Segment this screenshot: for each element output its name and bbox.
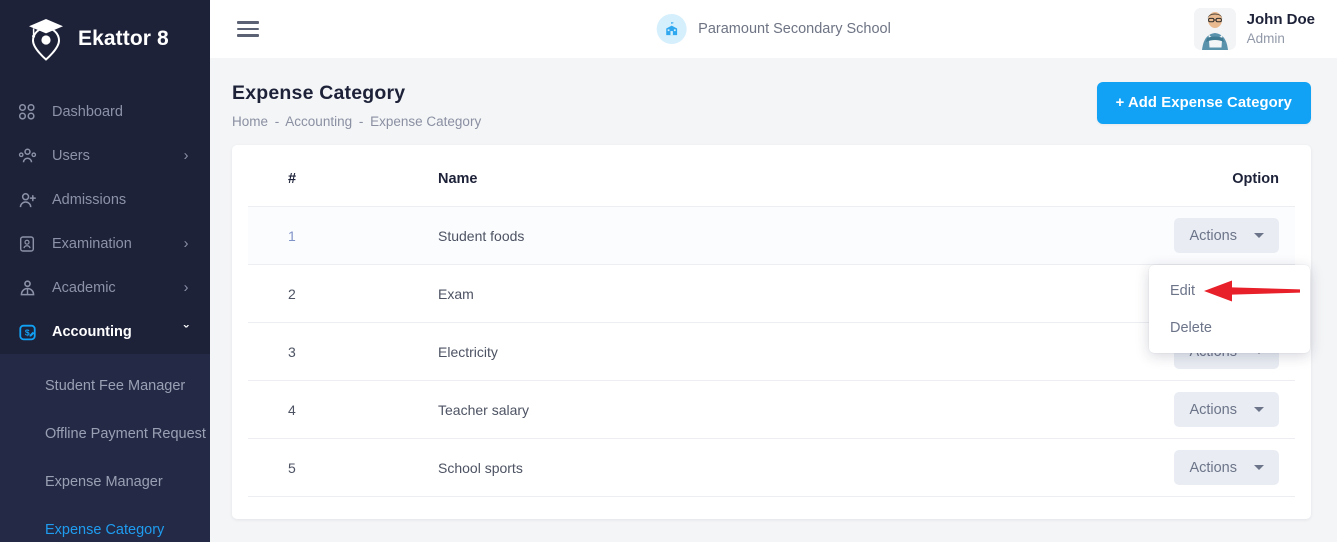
profile-name: John Doe [1247,10,1315,30]
table-head: # Name Option [248,145,1295,207]
chevron-down-icon [1254,465,1264,470]
chevron-down-icon [1254,407,1264,412]
profile-menu[interactable]: John Doe Admin [1194,8,1315,50]
cell-index: 2 [248,265,438,323]
hamburger-bar [237,28,259,31]
chevron-down-icon: ˇ [180,324,192,340]
hamburger-icon[interactable] [237,21,259,37]
sidebar-item-users[interactable]: Users › [0,134,210,178]
chevron-right-icon: › [180,236,192,252]
cell-name: Electricity [438,323,1035,381]
breadcrumb-separator: - [359,114,364,129]
breadcrumb-item-expense-category[interactable]: Expense Category [370,114,481,129]
sidebar-item-label: Dashboard [52,104,180,120]
breadcrumb-separator: - [275,114,280,129]
sidebar-item-label: Academic [52,280,180,296]
chevron-right-icon: › [180,280,192,296]
cell-index: 4 [248,381,438,439]
school-name: Paramount Secondary School [698,21,891,37]
hamburger-bar [237,34,259,37]
add-expense-category-button[interactable]: + Add Expense Category [1097,82,1311,124]
user-plus-icon [18,189,44,211]
sidebar-subitem-label: Student Fee Manager [45,378,185,394]
sidebar-subitem-expense-category[interactable]: Expense Category [0,506,210,542]
cell-index: 3 [248,323,438,381]
brand-name: Ekattor 8 [78,27,169,51]
sidebar-nav: Dashboard Users › [0,90,210,542]
actions-button[interactable]: Actions [1174,218,1279,253]
sidebar-subitem-offline-payment-request[interactable]: Offline Payment Request [0,410,210,458]
sidebar: Ekattor 8 Dashboard [0,0,210,542]
cell-name: Exam [438,265,1035,323]
graduation-pin-logo-icon [26,17,66,61]
sidebar-subitem-student-fee-manager[interactable]: Student Fee Manager [0,362,210,410]
svg-text:$: $ [25,327,30,337]
column-header-index: # [248,145,438,207]
sidebar-item-accounting[interactable]: $ Accounting ˇ [0,310,210,354]
cell-index: 5 [248,439,438,497]
actions-button[interactable]: Actions [1174,450,1279,485]
dropdown-item-delete[interactable]: Delete [1149,309,1310,346]
table-row[interactable]: 2 Exam Actions [248,265,1295,323]
cell-index: 1 [248,207,438,265]
actions-button[interactable]: Actions [1174,392,1279,427]
column-header-name: Name [438,145,1035,207]
topbar: Paramount Secondary School [210,0,1337,58]
table-header-row: # Name Option [248,145,1295,207]
sidebar-item-academic[interactable]: Academic › [0,266,210,310]
column-header-option: Option [1035,145,1295,207]
sidebar-item-admissions[interactable]: Admissions [0,178,210,222]
sidebar-item-label: Examination [52,236,180,252]
sidebar-submenu-accounting: Student Fee Manager Offline Payment Requ… [0,354,210,542]
grid-icon [18,101,44,123]
sidebar-item-label: Accounting [52,324,180,340]
page-header: Expense Category Home - Accounting - Exp… [210,58,1337,136]
school-building-icon [656,14,686,44]
page-title: Expense Category [232,82,481,105]
profile-role: Admin [1247,30,1315,48]
brand-logo-area[interactable]: Ekattor 8 [0,0,210,78]
table-row[interactable]: 3 Electricity Actions [248,323,1295,381]
chevron-down-icon [1254,233,1264,238]
breadcrumb-item-home[interactable]: Home [232,114,268,129]
actions-button-label: Actions [1189,460,1237,476]
sidebar-subitem-label: Expense Manager [45,474,163,490]
school-indicator: Paramount Secondary School [656,14,891,44]
table-row[interactable]: 1 Student foods Actions [248,207,1295,265]
actions-button-label: Actions [1189,228,1237,244]
table-row[interactable]: 5 School sports Actions [248,439,1295,497]
accounting-icon: $ [18,321,44,343]
sidebar-item-label: Admissions [52,192,180,208]
id-card-icon [18,233,44,255]
cell-name: School sports [438,439,1035,497]
table-body: 1 Student foods Actions 2 Exam [248,207,1295,497]
sidebar-subitem-label: Expense Category [45,522,164,538]
sidebar-item-examination[interactable]: Examination › [0,222,210,266]
chevron-right-icon: › [180,148,192,164]
dropdown-item-edit[interactable]: Edit [1149,272,1310,309]
cell-option: Actions [1035,207,1295,265]
table-row[interactable]: 4 Teacher salary Actions [248,381,1295,439]
breadcrumb-item-accounting[interactable]: Accounting [285,114,352,129]
academic-icon [18,277,44,299]
cell-name: Teacher salary [438,381,1035,439]
cell-option: Actions [1035,381,1295,439]
app-root: Ekattor 8 Dashboard [0,0,1337,542]
users-icon [18,145,44,167]
user-avatar-photo [1194,8,1236,50]
sidebar-item-label: Users [52,148,180,164]
page-header-left: Expense Category Home - Accounting - Exp… [232,82,481,129]
expense-category-table: # Name Option 1 Student foods Actions [248,145,1295,497]
cell-name: Student foods [438,207,1035,265]
cell-option: Actions [1035,439,1295,497]
sidebar-subitem-expense-manager[interactable]: Expense Manager [0,458,210,506]
sidebar-item-dashboard[interactable]: Dashboard [0,90,210,134]
actions-button-label: Actions [1189,402,1237,418]
sidebar-subitem-label: Offline Payment Request [45,426,206,442]
hamburger-bar [237,21,259,24]
actions-dropdown-menu: Edit Delete [1149,265,1310,353]
profile-text: John Doe Admin [1247,10,1315,47]
breadcrumb: Home - Accounting - Expense Category [232,114,481,129]
